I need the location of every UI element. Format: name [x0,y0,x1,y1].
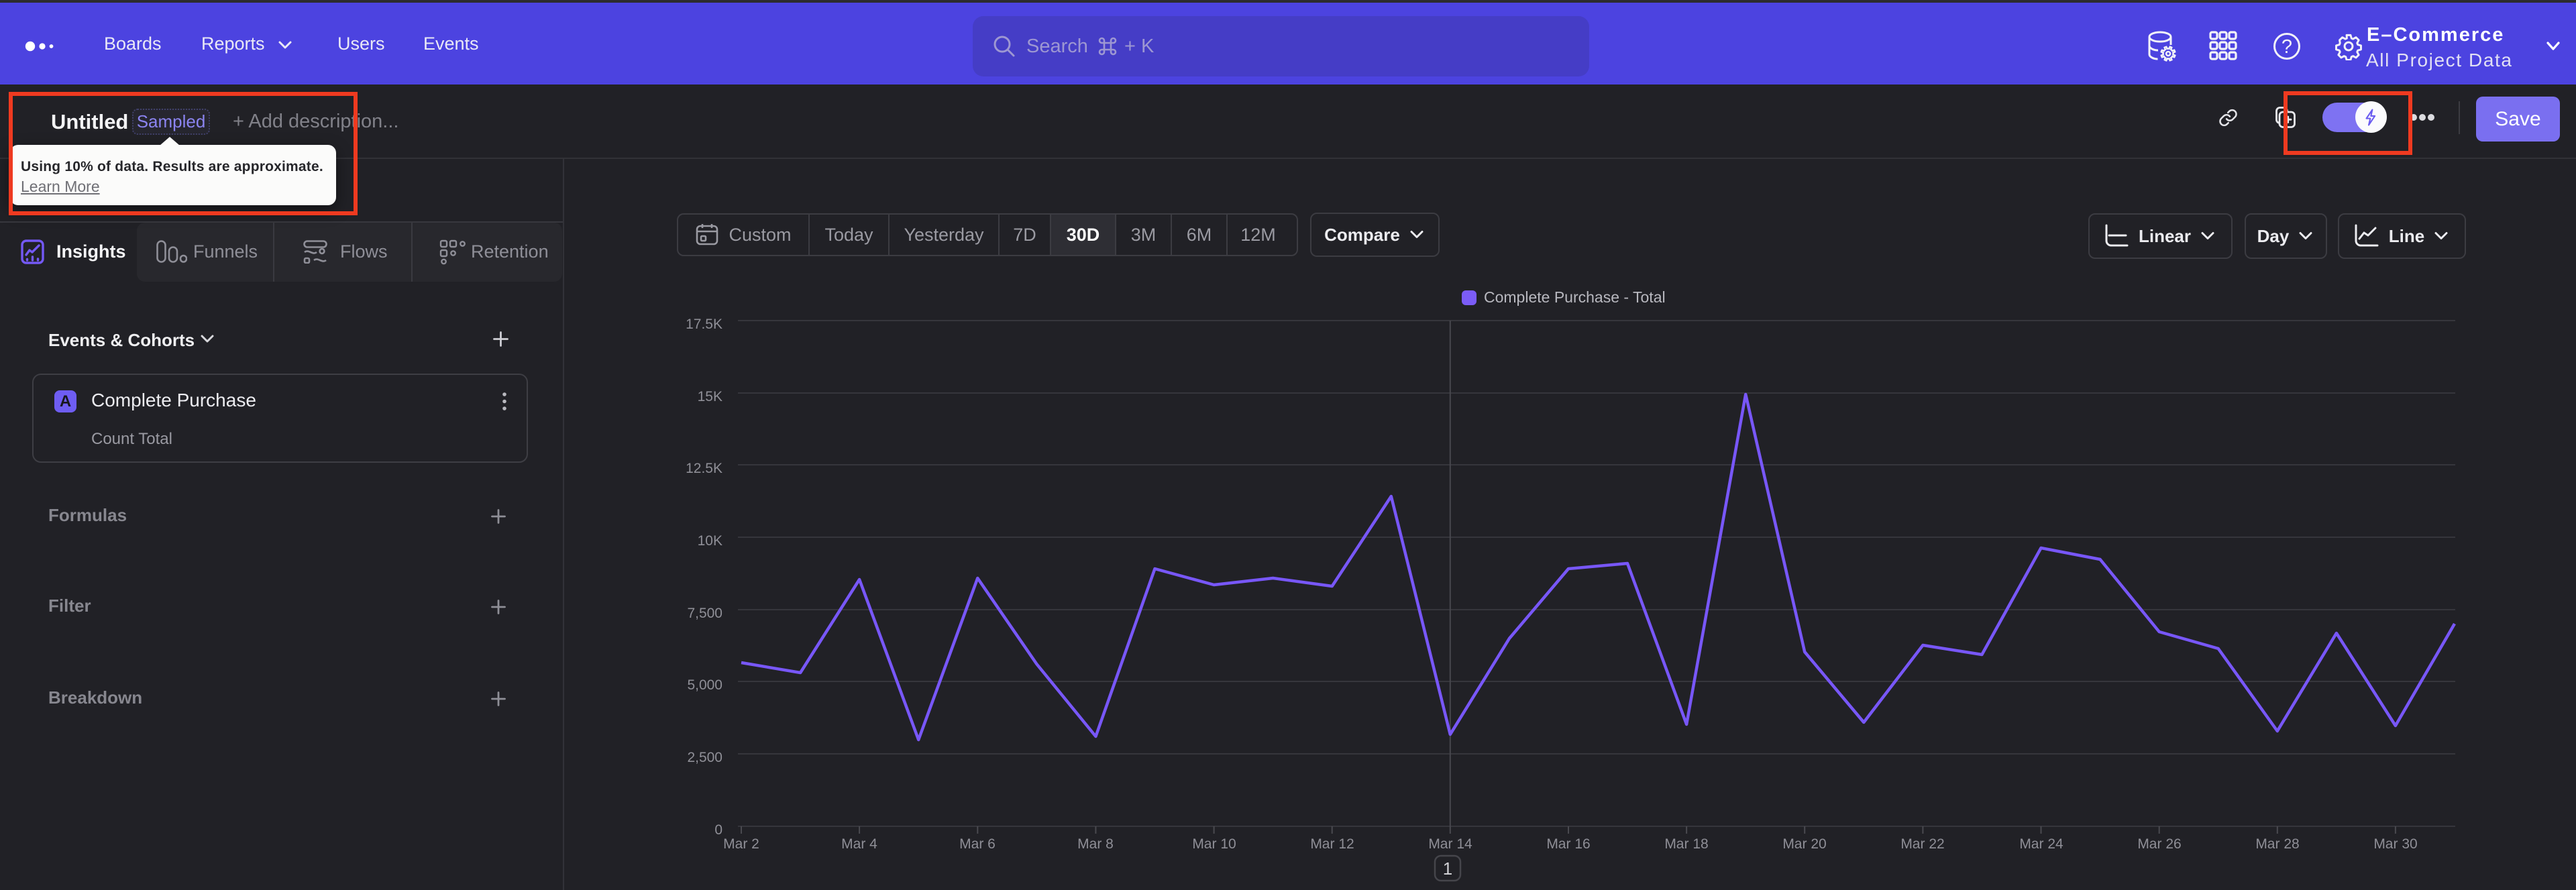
svg-text:Mar 6: Mar 6 [959,836,996,852]
svg-text:Mar 2: Mar 2 [723,836,759,852]
svg-text:Complete Purchase - Total: Complete Purchase - Total [1484,288,1666,306]
svg-text:Mar 22: Mar 22 [1900,836,1944,852]
svg-text:Mar 4: Mar 4 [841,836,877,852]
svg-text:Mar 14: Mar 14 [1428,836,1472,852]
svg-text:1: 1 [1443,858,1452,879]
svg-text:Mar 20: Mar 20 [1782,836,1826,852]
svg-text:7,500: 7,500 [687,606,722,621]
svg-text:12.5K: 12.5K [686,461,722,476]
svg-text:5,000: 5,000 [687,677,722,693]
svg-text:Mar 18: Mar 18 [1664,836,1708,852]
svg-text:Mar 24: Mar 24 [2019,836,2063,852]
svg-text:17.5K: 17.5K [686,317,722,332]
svg-text:0: 0 [714,822,722,838]
svg-text:Mar 30: Mar 30 [2373,836,2417,852]
svg-text:15K: 15K [698,389,722,404]
svg-text:Mar 26: Mar 26 [2137,836,2181,852]
svg-text:10K: 10K [698,533,722,549]
svg-text:Mar 10: Mar 10 [1192,836,1236,852]
svg-text:Mar 8: Mar 8 [1077,836,1114,852]
svg-text:Mar 28: Mar 28 [2255,836,2299,852]
svg-text:Mar 12: Mar 12 [1310,836,1354,852]
svg-text:Mar 16: Mar 16 [1546,836,1590,852]
svg-text:2,500: 2,500 [687,750,722,765]
